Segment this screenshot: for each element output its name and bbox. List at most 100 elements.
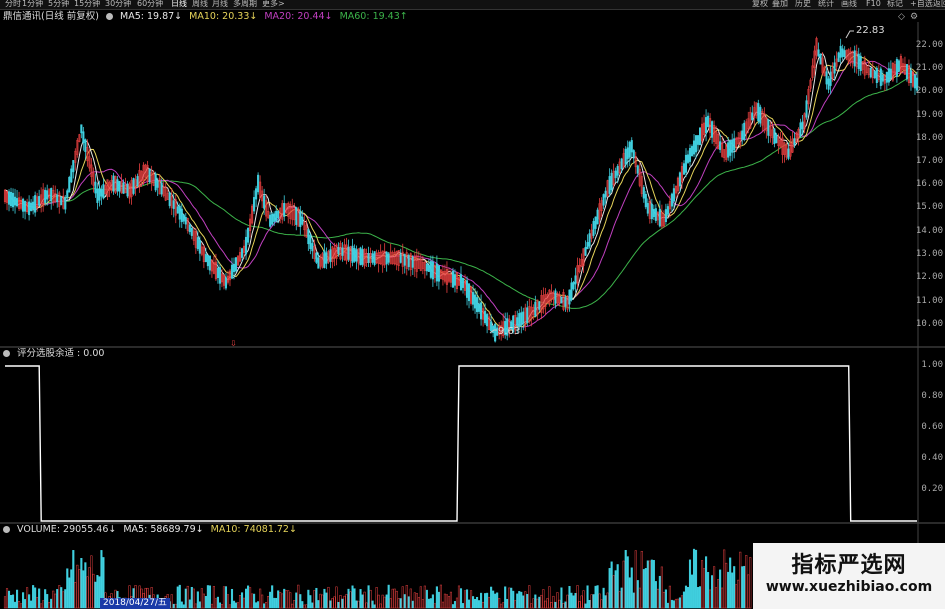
volume-bar (335, 586, 338, 609)
volume-bar (261, 594, 264, 609)
low-price-annotation: 9.63 (498, 326, 521, 337)
volume-bar (26, 587, 29, 609)
volume-bar (562, 602, 565, 609)
candle-body (869, 67, 872, 78)
kline-chart[interactable]: ⇩ (0, 0, 945, 609)
volume-bar (662, 591, 665, 609)
volume-bar (622, 560, 625, 609)
volume-bar (668, 585, 671, 609)
volume-bar (566, 594, 569, 609)
candle-body (24, 200, 27, 212)
volume-bar (283, 588, 286, 609)
volume-bar (652, 560, 655, 609)
volume-bar (192, 588, 195, 609)
diamond-icon[interactable]: ◇ (898, 12, 905, 22)
candle-body (273, 213, 276, 222)
volume-bar (616, 564, 619, 609)
volume-bar (387, 584, 390, 609)
candle-body (626, 147, 629, 160)
volume-bar (52, 590, 55, 609)
candle-body (909, 70, 913, 84)
watermark: 指标严选网 www.xuezhibiao.com (753, 543, 945, 609)
volume-bar (494, 593, 497, 609)
volume-bar (226, 594, 230, 609)
volume-bar (279, 592, 282, 609)
candle-body (118, 181, 121, 192)
volume-bar (465, 589, 469, 609)
indicator-settings-dot-icon[interactable] (3, 350, 10, 357)
candle-body (196, 237, 199, 250)
candle-body (257, 174, 260, 193)
candle-body (833, 62, 836, 74)
volume-bar (556, 592, 559, 609)
candle-body (32, 201, 35, 209)
candle-body (472, 292, 475, 305)
volume-bar (536, 598, 539, 609)
volume-settings-dot-icon[interactable] (3, 526, 10, 533)
candle-body (317, 257, 320, 269)
candle-body (98, 188, 101, 201)
volume-bar (295, 592, 298, 609)
candle-body (283, 203, 286, 217)
volume-bar (578, 601, 581, 609)
settings-dot-icon[interactable] (105, 13, 113, 20)
volume-bar (247, 585, 250, 609)
volume-bar (74, 582, 77, 609)
candle-body (271, 213, 274, 225)
volume-bar (222, 586, 226, 609)
volume-bar (425, 589, 428, 609)
volume-label: VOLUME: 29055.46↓ (17, 524, 117, 535)
volume-bar (391, 588, 394, 609)
volume-bar (371, 600, 374, 609)
candle-body (465, 280, 469, 298)
volume-bar (94, 581, 97, 609)
candle-body (70, 168, 73, 183)
volume-bar (413, 592, 416, 609)
candle-body (208, 255, 211, 271)
candle-body (184, 217, 187, 225)
candle-body (367, 253, 370, 263)
candle-body (678, 172, 682, 187)
price-tick: 19.00 (915, 110, 943, 120)
candle-body (628, 141, 631, 158)
candle-body (646, 203, 649, 214)
volume-bar (50, 598, 53, 609)
candle-body (620, 158, 623, 170)
candle-body (696, 135, 700, 145)
candle-body (216, 267, 219, 278)
candle-body (30, 202, 33, 211)
candle-body (299, 211, 302, 227)
price-tick: 18.00 (915, 133, 943, 143)
candle-body (353, 248, 356, 262)
volume-bar (297, 584, 300, 609)
volume-bar (349, 591, 352, 609)
candle-body (411, 257, 414, 268)
volume-bar (234, 602, 238, 609)
volume-bar (612, 575, 615, 609)
settings-icon[interactable]: ⚙ (910, 12, 918, 22)
candle-body (44, 189, 47, 203)
volume-bar (698, 586, 702, 609)
volume-bar (44, 589, 47, 609)
volume-bar (18, 600, 21, 609)
ma60-label: MA60: 19.43↑ (339, 11, 408, 22)
candle-body (594, 216, 597, 229)
price-tick: 10.00 (915, 319, 943, 329)
volume-bar (269, 591, 272, 609)
candle-body (9, 191, 13, 207)
volume-bar (389, 598, 392, 609)
candle-body (206, 254, 209, 267)
volume-bar (600, 599, 603, 609)
candle-body (624, 148, 627, 165)
volume-bar (206, 585, 209, 609)
candle-body (642, 187, 645, 199)
volume-bar (224, 586, 228, 609)
volume-bar (530, 603, 533, 609)
candle-body (574, 275, 577, 285)
price-tick: 11.00 (915, 296, 943, 306)
watermark-en: www.xuezhibiao.com (765, 579, 933, 595)
price-tick: 13.00 (915, 249, 943, 259)
volume-bar (723, 549, 726, 609)
volume-bar (749, 557, 752, 609)
indicator-legend: 评分选股余适 : 0.00 (3, 348, 108, 360)
